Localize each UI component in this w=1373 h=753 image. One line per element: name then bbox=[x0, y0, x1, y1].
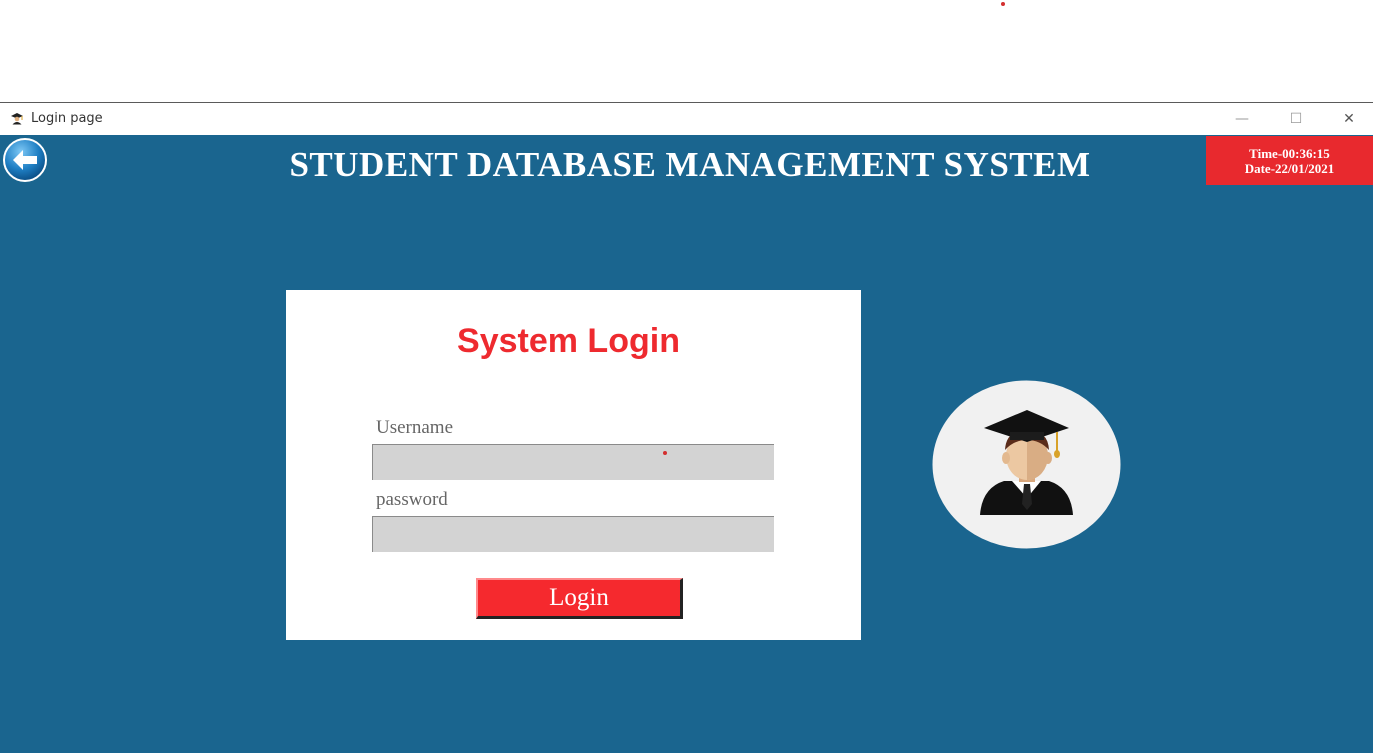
clock-date: Date-22/01/2021 bbox=[1244, 161, 1335, 176]
close-button[interactable]: ✕ bbox=[1326, 107, 1372, 131]
main-content: STUDENT DATABASE MANAGEMENT SYSTEM Time-… bbox=[0, 135, 1373, 753]
page-title: STUDENT DATABASE MANAGEMENT SYSTEM bbox=[289, 145, 1091, 184]
login-window: Login page — ☐ ✕ STUDENT DATABASE MANAGE… bbox=[0, 102, 1373, 753]
minimize-icon: — bbox=[1235, 111, 1249, 127]
minimize-button[interactable]: — bbox=[1219, 107, 1265, 131]
maximize-icon: ☐ bbox=[1289, 111, 1303, 127]
stray-red-dot bbox=[1001, 2, 1005, 6]
screen-top-area bbox=[0, 0, 1373, 102]
password-label: password bbox=[376, 489, 448, 510]
password-input[interactable] bbox=[372, 516, 774, 552]
username-input[interactable] bbox=[372, 444, 774, 480]
graduate-avatar-icon bbox=[932, 380, 1121, 549]
login-panel: System Login Username password Login bbox=[286, 290, 861, 640]
clock-badge: Time-00:36:15 Date-22/01/2021 bbox=[1206, 136, 1373, 185]
window-title: Login page bbox=[31, 111, 103, 126]
login-button[interactable]: Login bbox=[476, 578, 683, 619]
graduate-cap-icon bbox=[11, 113, 23, 125]
close-icon: ✕ bbox=[1343, 111, 1355, 127]
stray-red-dot bbox=[663, 451, 667, 455]
username-label: Username bbox=[376, 417, 454, 438]
maximize-button[interactable]: ☐ bbox=[1273, 107, 1319, 131]
clock-time: Time-00:36:15 bbox=[1249, 146, 1330, 161]
title-bar: Login page — ☐ ✕ bbox=[0, 103, 1373, 135]
login-title: System Login bbox=[457, 322, 680, 360]
